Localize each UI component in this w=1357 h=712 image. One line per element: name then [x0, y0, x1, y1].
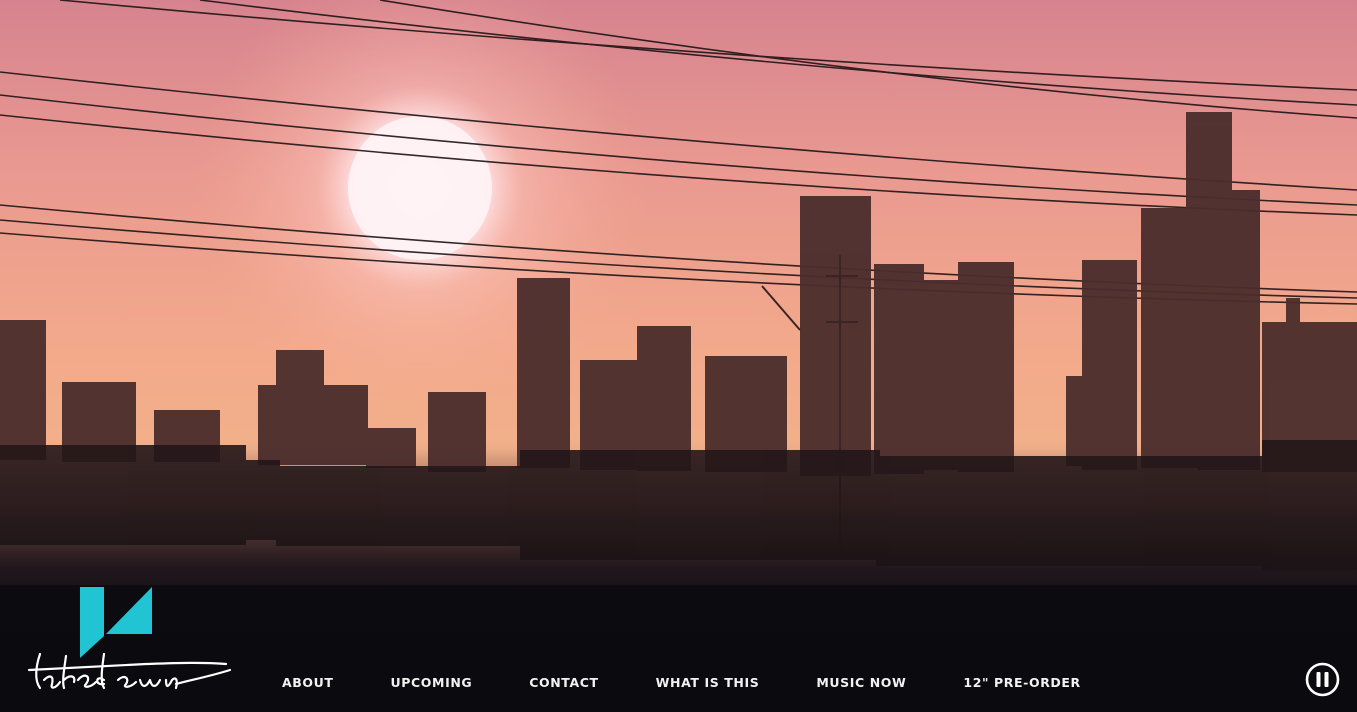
pause-button[interactable]	[1305, 662, 1340, 697]
logo-wordmark	[27, 652, 232, 690]
nav-about[interactable]: ABOUT	[282, 675, 334, 690]
main-nav: ABOUT UPCOMING CONTACT WHAT IS THIS MUSI…	[282, 673, 1081, 691]
nav-music-now[interactable]: MUSIC NOW	[816, 675, 906, 690]
nav-upcoming[interactable]: UPCOMING	[391, 675, 473, 690]
logo-mark-icon	[80, 587, 152, 658]
site-logo[interactable]	[26, 584, 232, 696]
nav-contact[interactable]: CONTACT	[529, 675, 598, 690]
nav-pre-order[interactable]: 12" PRE-ORDER	[963, 675, 1080, 690]
page: ABOUT UPCOMING CONTACT WHAT IS THIS MUSI…	[0, 0, 1357, 712]
pause-icon	[1305, 662, 1340, 697]
nav-what-is-this[interactable]: WHAT IS THIS	[656, 675, 760, 690]
